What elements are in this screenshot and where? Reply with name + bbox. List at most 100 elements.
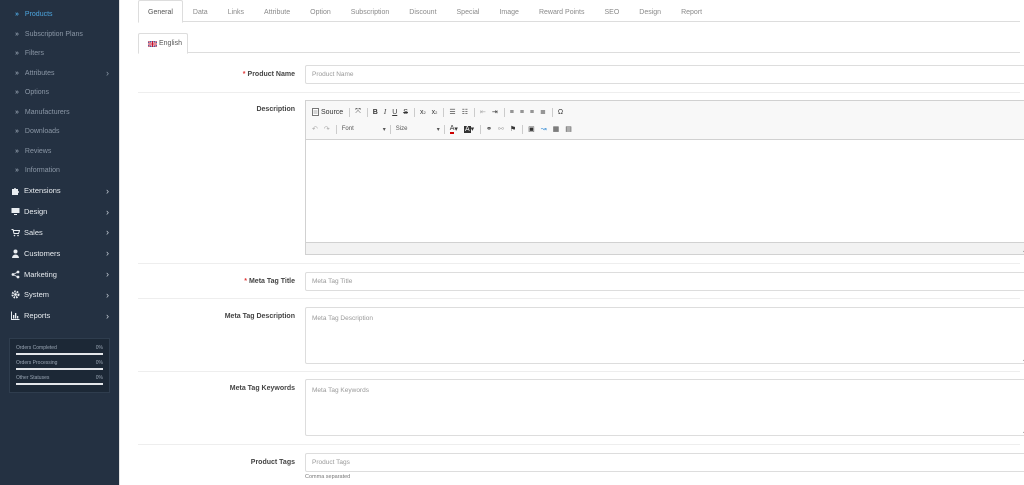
sidebar-subitem-subscription-plans[interactable]: » Subscription Plans: [0, 25, 119, 45]
strike-button[interactable]: S: [403, 106, 408, 118]
sidebar-item-sales[interactable]: Sales ›: [0, 222, 119, 243]
chevron-right-icon: ›: [106, 68, 109, 79]
sidebar-item-marketing[interactable]: Marketing ›: [0, 264, 119, 285]
sidebar-item-label: System: [24, 290, 50, 300]
tab-subscription[interactable]: Subscription: [341, 0, 400, 22]
align-justify-icon[interactable]: ≣: [540, 106, 546, 118]
main-menu: Extensions › Design › Sales › Customers › Market…: [0, 181, 119, 327]
tab-report[interactable]: Report: [671, 0, 712, 22]
font-select[interactable]: Font ▾: [342, 126, 386, 133]
tab-discount[interactable]: Discount: [399, 0, 446, 22]
subscript-button[interactable]: x2: [420, 106, 426, 118]
sidebar-item-system[interactable]: System ›: [0, 284, 119, 305]
double-chevron-right-icon: »: [15, 89, 19, 97]
background-color-icon[interactable]: A ▾: [463, 123, 474, 135]
tab-data[interactable]: Data: [183, 0, 218, 22]
numbered-list-icon[interactable]: ☰: [449, 106, 455, 118]
maximize-icon[interactable]: ⤧: [355, 106, 361, 118]
double-chevron-right-icon: »: [15, 167, 19, 175]
chevron-right-icon: ›: [106, 206, 109, 217]
outdent-icon[interactable]: ⇤: [480, 106, 486, 118]
sidebar-subitem-downloads[interactable]: » Downloads: [0, 122, 119, 142]
stat-value: 0%: [95, 375, 103, 381]
horizontal-rule-icon[interactable]: ▤: [565, 123, 572, 135]
sidebar-item-design[interactable]: Design ›: [0, 201, 119, 222]
required-marker: *: [242, 71, 246, 78]
sidebar-item-label: Design: [24, 207, 48, 217]
undo-icon[interactable]: ↶: [312, 123, 318, 135]
tab-reward-points[interactable]: Reward Points: [529, 0, 595, 22]
meta-title-label: * Meta Tag Title: [244, 278, 295, 285]
tab-links[interactable]: Links: [218, 0, 254, 22]
catalog-submenu: » Products » Subscription Plans » Filters » Att…: [0, 0, 119, 181]
tab-language-english[interactable]: English: [138, 33, 188, 54]
double-chevron-right-icon: »: [15, 147, 19, 155]
chevron-right-icon: ›: [106, 269, 109, 280]
sidebar-subitem-information[interactable]: » Information: [0, 161, 119, 181]
sidebar-subitem-reviews[interactable]: » Reviews: [0, 142, 119, 162]
editor-content-area[interactable]: [306, 140, 1024, 242]
tab-general[interactable]: General: [138, 0, 183, 23]
meta-description-label: Meta Tag Description: [224, 313, 295, 320]
sidebar-subitem-label: Downloads: [24, 128, 60, 136]
sidebar-subitem-attributes[interactable]: » Attributes ›: [0, 64, 119, 84]
sidebar-item-reports[interactable]: Reports ›: [0, 305, 119, 326]
anchor-flag-icon[interactable]: ⚑: [510, 123, 516, 135]
size-select[interactable]: Size ▾: [396, 126, 440, 133]
description-label: Description: [256, 106, 295, 113]
flash-icon[interactable]: ↝: [541, 123, 547, 135]
tab-design[interactable]: Design: [629, 0, 671, 22]
puzzle-icon: [10, 186, 20, 196]
align-left-icon[interactable]: ≡: [510, 106, 514, 118]
superscript-button[interactable]: x2: [432, 106, 438, 118]
chevron-down-icon: ▾: [382, 126, 386, 133]
meta-title-input[interactable]: Meta Tag Title: [305, 272, 1024, 291]
meta-keywords-textarea[interactable]: Meta Tag Keywords: [305, 379, 1024, 436]
image-icon[interactable]: ▣: [528, 123, 535, 135]
meta-description-textarea[interactable]: Meta Tag Description: [305, 307, 1024, 364]
double-chevron-right-icon: »: [15, 108, 19, 116]
align-right-icon[interactable]: ≡: [530, 106, 534, 118]
product-name-label: * Product Name: [242, 71, 295, 78]
tab-special[interactable]: Special: [447, 0, 490, 22]
sidebar-item-extensions[interactable]: Extensions ›: [0, 181, 119, 202]
chevron-right-icon: ›: [106, 289, 109, 300]
redo-icon[interactable]: ↷: [324, 123, 330, 135]
sidebar-subitem-label: Manufacturers: [24, 108, 70, 116]
table-icon[interactable]: ▦: [553, 123, 560, 135]
italic-button[interactable]: I: [384, 106, 386, 118]
product-name-input[interactable]: Product Name: [305, 65, 1024, 84]
share-icon: [10, 269, 20, 279]
align-center-icon[interactable]: ≡: [520, 106, 524, 118]
tab-attribute[interactable]: Attribute: [254, 0, 300, 22]
sidebar-subitem-products[interactable]: » Products: [0, 5, 119, 25]
bulleted-list-icon[interactable]: ☷: [462, 106, 468, 118]
text-color-icon[interactable]: A ▾: [449, 123, 458, 135]
sidebar-subitem-filters[interactable]: » Filters: [0, 44, 119, 64]
description-editor: Source ⤧ B I U S x2 x2 ☰ ☷ ⇤ ⇥ ≡ ≡ ≡ ≣ Ω…: [305, 100, 1024, 255]
product-tags-input[interactable]: Product Tags: [305, 453, 1024, 472]
bold-button[interactable]: B: [373, 106, 378, 118]
special-char-icon[interactable]: Ω: [558, 106, 563, 118]
sidebar-subitem-label: Products: [24, 11, 53, 19]
indent-icon[interactable]: ⇥: [492, 106, 498, 118]
sidebar-subitem-options[interactable]: » Options: [0, 83, 119, 103]
tab-image[interactable]: Image: [489, 0, 528, 22]
stat-value: 0%: [95, 360, 103, 366]
underline-button[interactable]: U: [392, 106, 397, 118]
meta-description-row: Meta Tag Description Meta Tag Descriptio…: [138, 299, 1024, 372]
unlink-icon[interactable]: ⚯: [498, 123, 504, 135]
source-button[interactable]: Source: [312, 106, 343, 118]
double-chevron-right-icon: »: [15, 30, 19, 38]
sidebar-subitem-manufacturers[interactable]: » Manufacturers: [0, 103, 119, 123]
stat-row: Orders Processing 0%: [16, 360, 103, 366]
double-chevron-right-icon: »: [15, 11, 19, 19]
tab-option[interactable]: Option: [300, 0, 341, 22]
chevron-right-icon: ›: [106, 185, 109, 196]
link-icon[interactable]: ⚭: [486, 123, 492, 135]
sidebar-item-customers[interactable]: Customers ›: [0, 243, 119, 264]
sidebar-subitem-label: Reviews: [24, 147, 52, 155]
tab-seo[interactable]: SEO: [594, 0, 629, 22]
product-name-row: * Product Name Product Name: [138, 53, 1024, 93]
cart-icon: [10, 227, 20, 237]
